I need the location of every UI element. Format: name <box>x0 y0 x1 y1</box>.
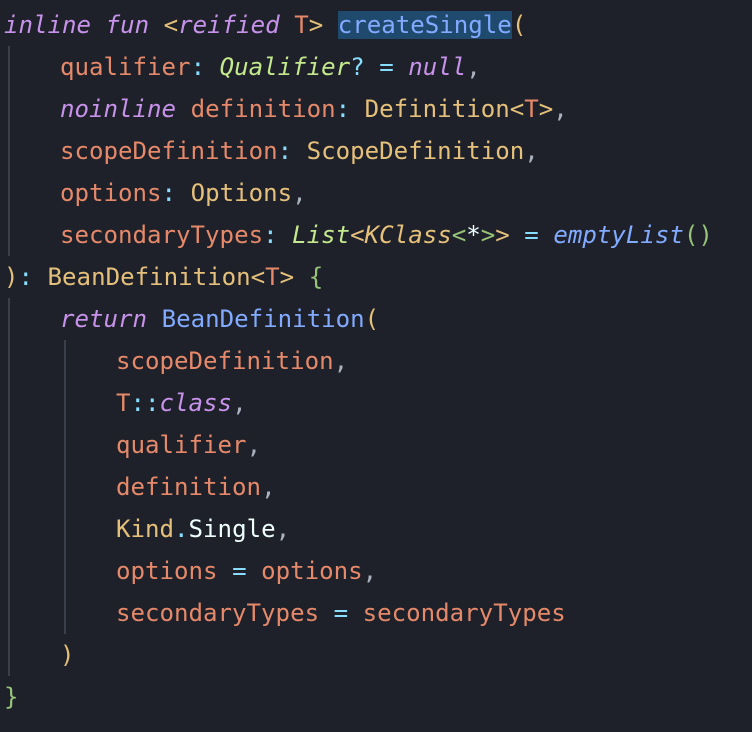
type-name: Definition <box>364 95 510 123</box>
code-line-2: qualifier: Qualifier? = null, <box>60 46 481 88</box>
function-name-selected[interactable]: createSingle <box>337 11 512 39</box>
indent-guide <box>8 298 10 676</box>
equals: = <box>333 599 349 627</box>
keyword-fun: fun <box>105 11 150 39</box>
comma: , <box>524 137 539 165</box>
equals: = <box>379 53 394 81</box>
angle-open: < <box>250 263 266 291</box>
comma: , <box>466 53 481 81</box>
type-param: T <box>116 389 131 417</box>
param-name: qualifier <box>60 53 191 81</box>
argument: qualifier <box>116 431 247 459</box>
colon: : <box>277 137 293 165</box>
code-line-3: noinline definition: Definition<T>, <box>60 88 568 130</box>
code-line-5: options: Options, <box>60 172 307 214</box>
angle-open: < <box>451 221 467 249</box>
argument: definition <box>116 473 262 501</box>
comma: , <box>333 347 349 375</box>
comma: , <box>362 557 378 585</box>
keyword-reified: reified <box>178 11 280 39</box>
code-line-10: T::class, <box>116 382 247 424</box>
named-arg: options <box>116 557 218 585</box>
param-name: scopeDefinition <box>60 137 278 165</box>
code-editor[interactable]: inline fun <reified T> createSingle( qua… <box>0 0 752 732</box>
angle-close: > <box>495 221 510 249</box>
indent-guide <box>8 46 10 256</box>
return-type: BeanDefinition <box>47 263 251 291</box>
angle-close: > <box>308 11 324 39</box>
paren-close: ) <box>60 641 75 669</box>
comma: , <box>246 431 262 459</box>
star-projection: * <box>466 221 481 249</box>
keyword-noinline: noinline <box>60 95 177 123</box>
type-name: ScopeDefinition <box>306 137 525 165</box>
colon: : <box>335 95 351 123</box>
colon: : <box>18 263 34 291</box>
code-line-14: options = options, <box>116 550 377 592</box>
code-line-9: scopeDefinition, <box>116 340 348 382</box>
equals: = <box>524 221 539 249</box>
keyword-inline: inline <box>4 11 92 39</box>
code-line-16: ) <box>60 634 75 676</box>
angle-close: > <box>279 263 295 291</box>
named-arg: secondaryTypes <box>116 599 320 627</box>
type-list: List <box>292 221 351 249</box>
code-line-8: return BeanDefinition( <box>60 298 379 340</box>
type-name: Qualifier <box>219 53 351 81</box>
null-literal: null <box>408 53 467 81</box>
param-name: definition <box>190 95 336 123</box>
keyword-return: return <box>60 305 148 333</box>
equals: = <box>232 557 247 585</box>
paren-open: ( <box>364 305 380 333</box>
type-name: Options <box>190 179 293 207</box>
param-name: options <box>60 179 162 207</box>
constructor-call: BeanDefinition <box>161 305 365 333</box>
code-line-4: scopeDefinition: ScopeDefinition, <box>60 130 539 172</box>
enum-value: Single <box>188 515 276 543</box>
code-line-17: } <box>4 676 19 718</box>
angle-open: < <box>163 11 179 39</box>
argument-value: secondaryTypes <box>362 599 566 627</box>
paren-close: ) <box>4 263 19 291</box>
code-line-15: secondaryTypes = secondaryTypes <box>116 592 566 634</box>
code-line-12: definition, <box>116 466 276 508</box>
comma: , <box>553 95 568 123</box>
type-param: T <box>524 95 539 123</box>
colon: : <box>263 221 278 249</box>
comma: , <box>261 473 276 501</box>
paren-open: ( <box>511 11 527 39</box>
code-line-6: secondaryTypes: List<KClass<*>> = emptyL… <box>60 214 713 256</box>
comma: , <box>275 515 291 543</box>
comma: , <box>292 179 307 207</box>
angle-close: > <box>538 95 554 123</box>
argument-value: options <box>261 557 363 585</box>
angle-open: < <box>509 95 525 123</box>
function-call: emptyList <box>553 221 684 249</box>
brace-open: { <box>308 263 324 291</box>
parens: () <box>683 221 713 249</box>
comma: , <box>232 389 247 417</box>
type-kclass: KClass <box>364 221 452 249</box>
type-param: T <box>294 11 309 39</box>
code-line-11: qualifier, <box>116 424 261 466</box>
type-param: T <box>265 263 280 291</box>
nullable-mark: ? <box>350 53 365 81</box>
code-line-13: Kind.Single, <box>116 508 290 550</box>
class-ref-operator: :: <box>130 389 160 417</box>
brace-close: } <box>4 683 19 711</box>
dot: . <box>174 515 189 543</box>
code-line-1: inline fun <reified T> createSingle( <box>4 4 526 46</box>
colon: : <box>161 179 177 207</box>
colon: : <box>190 53 206 81</box>
enum-type: Kind <box>116 515 175 543</box>
angle-open: < <box>350 221 365 249</box>
angle-close: > <box>480 221 496 249</box>
keyword-class: class <box>159 389 233 417</box>
code-line-7: ): BeanDefinition<T> { <box>4 256 323 298</box>
indent-guide <box>64 340 66 634</box>
param-name: secondaryTypes <box>60 221 264 249</box>
argument: scopeDefinition <box>116 347 334 375</box>
